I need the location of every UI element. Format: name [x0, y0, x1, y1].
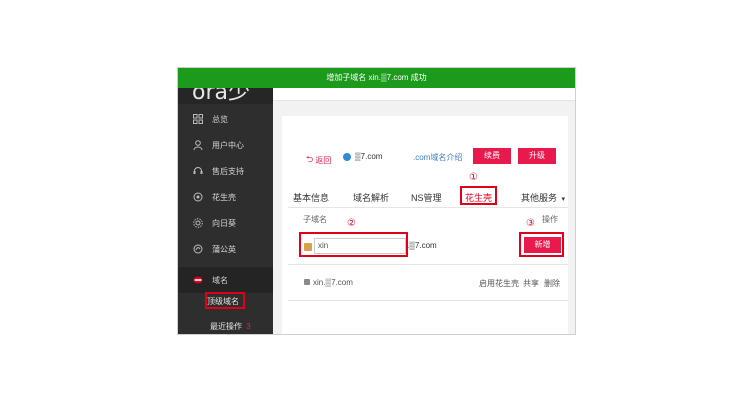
share-link[interactable]: 共享: [523, 278, 539, 289]
marker-3: ③: [526, 218, 535, 229]
browser-frame: ora少 总览 用户中心 售后支持 花生壳 向日葵 蒲公英 域名 顶级域名 最近…: [177, 67, 576, 335]
sidebar-item-label: 向日葵: [212, 218, 236, 228]
sidebar-item-dandelion[interactable]: 蒲公英: [178, 236, 273, 262]
globe-icon: [343, 152, 351, 161]
sidebar-item-overview[interactable]: 总览: [178, 106, 273, 132]
back-link[interactable]: ⮌ 返回: [306, 152, 331, 168]
highlight-box-input: [299, 232, 408, 257]
highlight-box-peanut-tab: [460, 186, 497, 205]
sidebar-item-user-center[interactable]: 用户中心: [178, 132, 273, 158]
sidebar-subitem-recent-ops[interactable]: 最近操作 3: [210, 321, 251, 332]
domain-title: ▒7.com: [343, 152, 382, 161]
back-label: 返回: [315, 155, 332, 165]
sidebar-subitem-label: 最近操作: [210, 322, 242, 331]
tab-other-label: 其他服务: [521, 193, 558, 203]
sidebar-item-label: 花生壳: [212, 192, 236, 202]
grid-icon: [193, 114, 203, 124]
sidebar-item-label: 总览: [212, 114, 228, 124]
sidebar-item-domain[interactable]: 域名: [178, 267, 273, 293]
tab-dns[interactable]: 域名解析: [353, 191, 389, 204]
dandelion-icon: [193, 244, 203, 254]
sunflower-icon: [193, 218, 203, 228]
delete-link[interactable]: 删除: [544, 278, 560, 289]
domain-icon: [193, 275, 203, 285]
col-subdomain: 子域名: [303, 215, 327, 224]
back-arrow-icon: ⮌: [306, 154, 314, 164]
marker-2: ②: [347, 218, 356, 229]
tab-ns[interactable]: NS管理: [411, 191, 442, 204]
domain-suffix: .▒7.com: [407, 241, 437, 250]
sidebar-item-label: 用户中心: [212, 140, 244, 150]
domain-name: ▒7.com: [355, 152, 383, 161]
row-divider-bottom: [288, 300, 568, 301]
recent-ops-badge: 3: [246, 322, 251, 331]
highlight-box-add-button: [519, 232, 564, 257]
marker-1: ①: [469, 172, 478, 183]
enable-peanut-link[interactable]: 启用花生壳: [479, 278, 519, 289]
tab-basic-info[interactable]: 基本信息: [293, 191, 329, 204]
peanut-icon: [193, 192, 203, 202]
row-divider: [288, 264, 568, 265]
renew-button[interactable]: 续费: [473, 148, 511, 164]
success-banner: 增加子域名 xin.▒7.com 成功: [178, 68, 575, 88]
subdomain-entry: xin.▒7.com: [313, 278, 353, 287]
caret-down-icon: ▾: [561, 196, 566, 203]
tabs-divider: [288, 207, 568, 208]
highlight-box-top-level-domain: [205, 292, 245, 309]
upgrade-button[interactable]: 升级: [518, 148, 556, 164]
top-bar: [273, 88, 575, 101]
success-message: 增加子域名 xin.▒7.com 成功: [326, 73, 427, 82]
support-icon: [193, 166, 203, 176]
intro-link[interactable]: .com域名介绍: [413, 152, 462, 163]
tab-other-services[interactable]: 其他服务 ▾: [521, 191, 565, 204]
subdomain-row-icon: [304, 279, 310, 285]
sidebar-item-label: 蒲公英: [212, 244, 236, 254]
col-action: 操作: [542, 215, 558, 224]
sidebar-item-peanut[interactable]: 花生壳: [178, 184, 273, 210]
sidebar: ora少 总览 用户中心 售后支持 花生壳 向日葵 蒲公英 域名 顶级域名 最近…: [178, 68, 273, 334]
sidebar-item-sunflower[interactable]: 向日葵: [178, 210, 273, 236]
user-icon: [193, 140, 203, 150]
sidebar-item-support[interactable]: 售后支持: [178, 158, 273, 184]
sidebar-item-label: 售后支持: [212, 166, 244, 176]
sidebar-item-label: 域名: [212, 275, 228, 285]
